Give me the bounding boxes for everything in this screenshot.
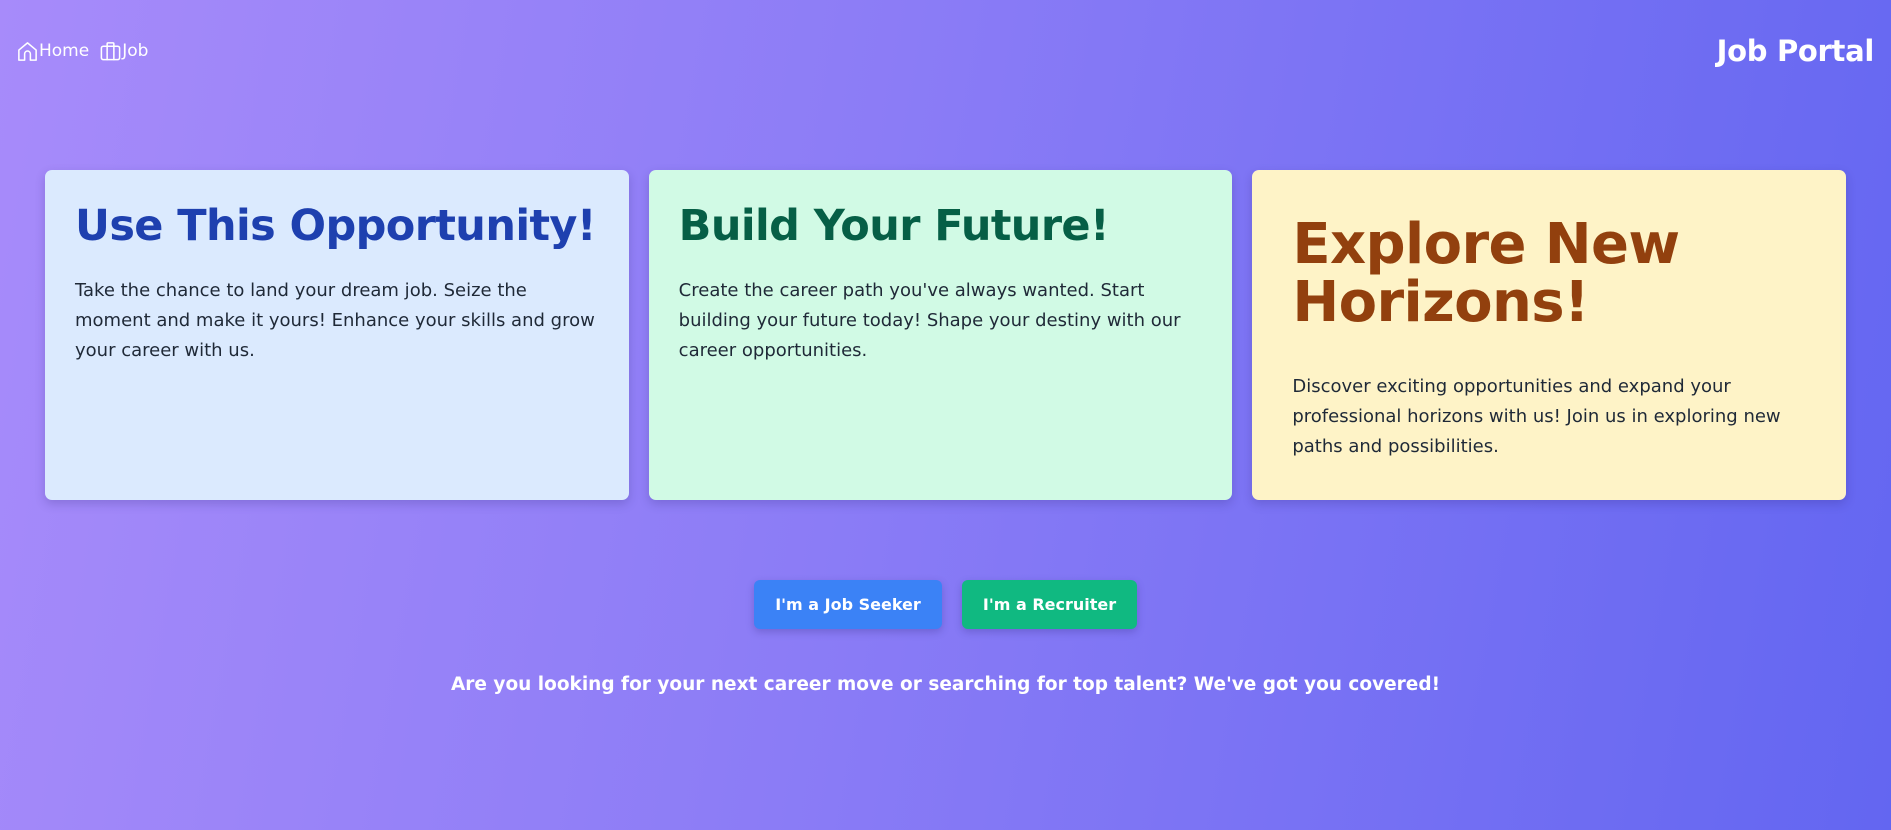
home-icon [16, 40, 39, 63]
main-nav: Home Job [16, 39, 148, 63]
recruiter-button[interactable]: I'm a Recruiter [962, 580, 1137, 629]
tagline: Are you looking for your next career mov… [450, 673, 1441, 695]
nav-link-job[interactable]: Job [99, 39, 148, 63]
feature-cards: Use This Opportunity! Take the chance to… [45, 170, 1847, 500]
card-title: Explore New Horizons! [1292, 212, 1680, 335]
nav-label-home: Home [39, 41, 90, 61]
cta-buttons: I'm a Job Seeker I'm a Recruiter [0, 580, 1891, 629]
card-text: Discover exciting opportunities and expa… [1292, 376, 1781, 457]
job-seeker-button[interactable]: I'm a Job Seeker [754, 580, 942, 629]
brand-title: Job Portal [1716, 34, 1875, 68]
card-title: Use This Opportunity! [75, 201, 596, 251]
card-future: Build Your Future! Create the career pat… [648, 170, 1233, 500]
card-title: Build Your Future! [678, 201, 1110, 251]
card-text: Create the career path you've always wan… [678, 280, 1181, 361]
nav-label-job: Job [122, 41, 149, 61]
briefcase-icon [99, 40, 122, 63]
card-horizons: Explore New Horizons! Discover exciting … [1252, 170, 1847, 500]
card-opportunity: Use This Opportunity! Take the chance to… [45, 170, 629, 500]
card-text: Take the chance to land your dream job. … [75, 280, 595, 361]
site-header: Home Job Job Portal [0, 0, 1891, 100]
nav-link-home[interactable]: Home [16, 39, 89, 63]
